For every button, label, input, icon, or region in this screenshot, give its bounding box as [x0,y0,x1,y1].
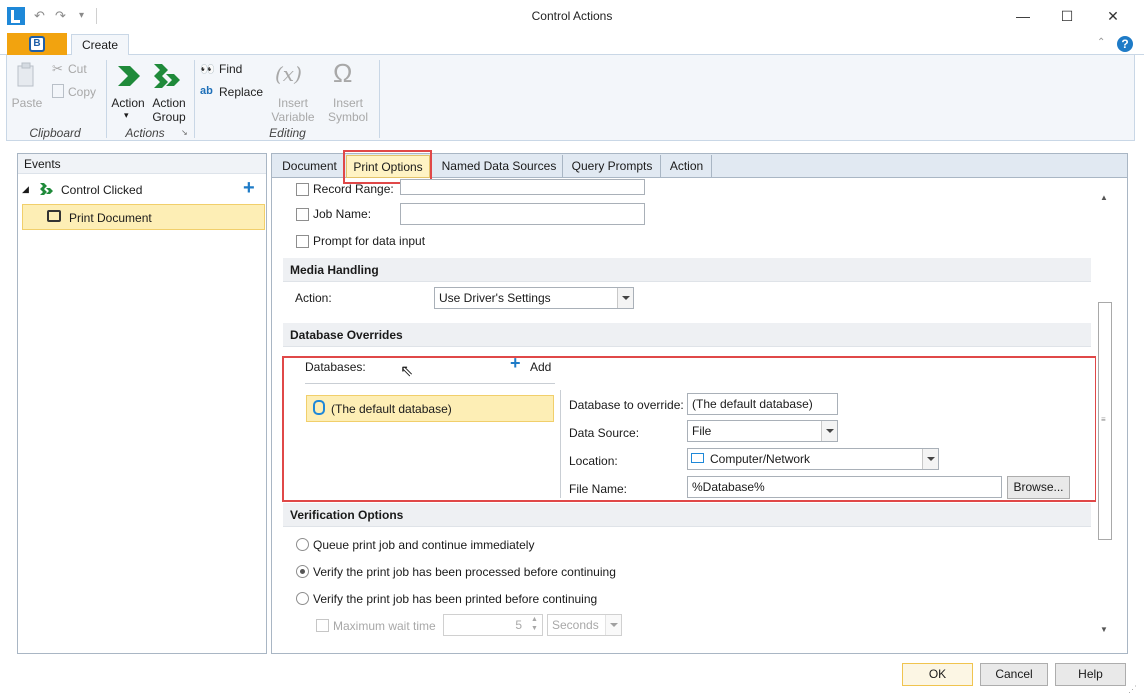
help-button[interactable]: Help [1055,663,1126,686]
verify-radio-2[interactable] [296,565,309,578]
record-range-input[interactable] [400,179,645,195]
max-wait-unit-value: Seconds [552,618,599,632]
file-menu-icon: B [29,36,45,52]
media-action-select[interactable]: Use Driver's Settings [434,287,634,309]
prompt-label: Prompt for data input [313,234,426,248]
prompt-checkbox[interactable] [296,235,309,248]
cut-button[interactable]: Cut [68,62,87,76]
close-button[interactable]: ✕ [1093,4,1133,28]
media-action-label: Action: [295,291,332,305]
paste-button[interactable]: Paste [10,96,44,110]
max-wait-unit-select[interactable]: Seconds [547,614,622,636]
tab-named-data-sources[interactable]: Named Data Sources [436,155,563,178]
action-group-icon [38,181,56,197]
cancel-button[interactable]: Cancel [980,663,1048,686]
chevron-down-icon [605,615,621,635]
resize-grip-icon[interactable]: ⋰ [1128,684,1137,695]
copy-button[interactable]: Copy [68,85,96,99]
verify-option-3-label: Verify the print job has been printed be… [313,592,598,606]
event-label: Control Clicked [61,183,143,197]
max-wait-input[interactable]: 5 [443,614,543,636]
cut-icon: ✂ [52,61,63,76]
paste-icon [16,62,36,90]
ribbon-tab-strip [0,32,1144,55]
tab-action[interactable]: Action [662,155,712,178]
verify-option-1-label: Queue print job and continue immediately [313,538,535,552]
group-divider [106,60,107,138]
window-title: Control Actions [531,9,613,23]
minimize-button[interactable]: — [1003,4,1043,28]
verify-option-2-label: Verify the print job has been processed … [313,565,616,579]
editing-group-label: Editing [269,126,306,140]
insert-variable-icon: (x) [275,62,302,86]
replace-icon: ab [200,85,213,97]
insert-variable-button-line2[interactable]: Variable [266,110,320,124]
ok-button[interactable]: OK [902,663,973,686]
scroll-up-icon[interactable]: ▲ [1100,193,1108,202]
record-range-label: Record Range: [313,182,394,196]
replace-button[interactable]: Replace [219,85,263,99]
media-handling-section: Media Handling [283,258,1091,282]
tab-create[interactable]: Create [71,34,129,56]
clipboard-group-label: Clipboard [29,126,81,140]
spinner-arrows-icon[interactable]: ▲ ▼ [531,615,538,633]
action-label: Print Document [69,211,152,225]
action-group-button-line2[interactable]: Group [150,110,188,124]
max-wait-checkbox[interactable] [316,619,329,632]
verify-radio-1[interactable] [296,538,309,551]
expand-arrow-icon[interactable]: ◢ [22,184,29,195]
job-name-input[interactable] [400,203,645,225]
action-icon [112,60,144,92]
maximize-button[interactable]: ☐ [1047,4,1087,28]
insert-variable-button-line1[interactable]: Insert [266,96,320,110]
add-event-icon[interactable]: + [243,178,255,198]
action-group-button-line1[interactable]: Action [150,96,188,110]
action-button[interactable]: Action [110,96,146,110]
insert-symbol-button-line2[interactable]: Symbol [322,110,374,124]
group-divider [194,60,195,138]
help-icon[interactable]: ? [1117,36,1133,52]
tab-query-prompts[interactable]: Query Prompts [564,155,661,178]
highlight-box-database-overrides [282,356,1097,502]
dialog-launcher-icon[interactable]: ↘ [181,128,188,137]
find-button[interactable]: Find [219,62,242,76]
group-divider [379,60,380,138]
actions-group-label: Actions [125,126,165,140]
media-action-value: Use Driver's Settings [439,291,551,305]
verification-options-section: Verification Options [283,503,1091,527]
binoculars-icon: 👀 [200,62,215,76]
omega-icon: Ω [333,58,353,88]
action-group-icon [150,60,186,92]
action-dropdown-icon[interactable]: ▾ [124,110,129,121]
job-name-label: Job Name: [313,207,372,221]
database-overrides-section: Database Overrides [283,323,1091,347]
printer-icon [47,210,61,222]
tab-document[interactable]: Document [276,155,344,178]
insert-symbol-button-line1[interactable]: Insert [322,96,374,110]
collapse-ribbon-icon[interactable]: ⌃ [1097,37,1105,48]
copy-icon [52,84,64,98]
chevron-down-icon [617,288,633,308]
scroll-down-icon[interactable]: ▼ [1100,625,1108,634]
events-header: Events [18,154,266,174]
verify-radio-3[interactable] [296,592,309,605]
record-range-checkbox[interactable] [296,183,309,196]
grip-icon: ≡ [1101,415,1106,424]
job-name-checkbox[interactable] [296,208,309,221]
max-wait-label: Maximum wait time [333,619,436,633]
